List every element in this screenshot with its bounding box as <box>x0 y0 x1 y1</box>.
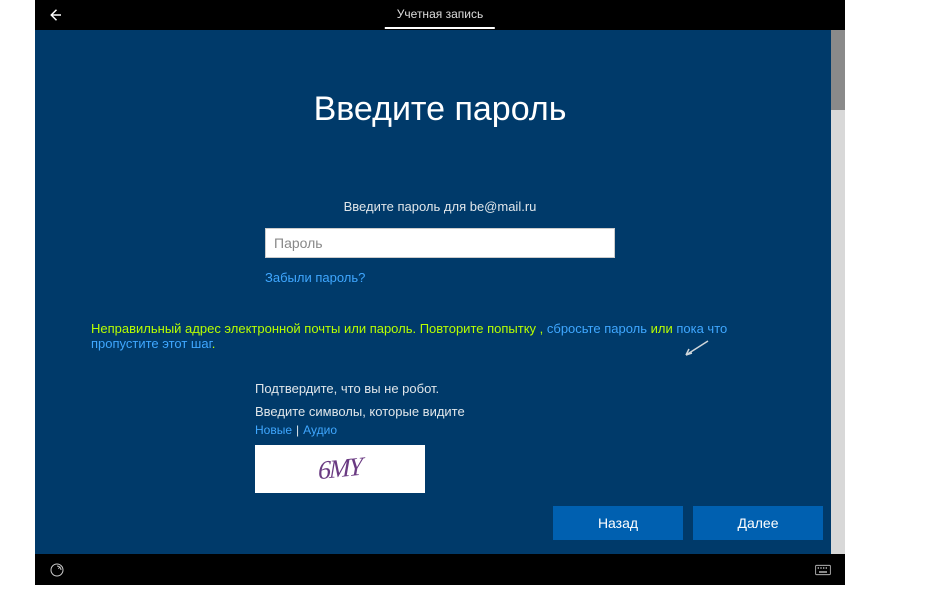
error-message: Неправильный адрес электронной почты или… <box>85 321 795 351</box>
prompt-prefix: Введите пароль для <box>344 199 470 214</box>
captcha-sep: | <box>296 423 299 437</box>
content-area: Введите пароль Введите пароль для be@mai… <box>35 30 845 554</box>
reset-password-link[interactable]: сбросьте пароль <box>547 321 647 336</box>
ease-of-access-icon <box>49 562 65 578</box>
annotation-arrow-icon <box>680 339 710 359</box>
back-button[interactable]: Назад <box>553 506 683 540</box>
ease-of-access-button[interactable] <box>45 558 69 582</box>
error-text: Неправильный адрес электронной почты или… <box>91 321 536 336</box>
back-arrow-button[interactable] <box>35 0 75 30</box>
content-inner: Введите пароль Введите пароль для be@mai… <box>35 30 845 554</box>
captcha-image: 6MY <box>255 445 425 493</box>
error-tail: . <box>212 336 216 351</box>
keyboard-button[interactable] <box>811 558 835 582</box>
oobe-window: Учетная запись Введите пароль Введите па… <box>35 0 845 585</box>
header-tab-account: Учетная запись <box>385 1 495 29</box>
error-sep2: или <box>647 321 676 336</box>
back-arrow-icon <box>46 6 64 24</box>
captcha-new-link[interactable]: Новые <box>255 423 292 437</box>
button-row: Назад Далее <box>553 506 823 540</box>
captcha-links: Новые | Аудио <box>255 423 795 437</box>
prompt-email: be@mail.ru <box>470 199 537 214</box>
captcha-line1: Подтвердите, что вы не робот. <box>255 381 795 396</box>
bottom-bar <box>35 554 845 585</box>
captcha-section: Подтвердите, что вы не робот. Введите си… <box>255 381 795 493</box>
titlebar: Учетная запись <box>35 0 845 30</box>
forgot-password-link[interactable]: Забыли пароль? <box>265 270 615 285</box>
captcha-text: 6MY <box>319 452 362 487</box>
page-title: Введите пароль <box>85 90 795 129</box>
next-button[interactable]: Далее <box>693 506 823 540</box>
password-prompt: Введите пароль для be@mail.ru <box>85 199 795 214</box>
captcha-audio-link[interactable]: Аудио <box>303 423 337 437</box>
password-input[interactable] <box>265 228 615 258</box>
captcha-line2: Введите символы, которые видите <box>255 404 795 419</box>
keyboard-icon <box>815 562 831 578</box>
error-sep1: , <box>536 321 547 336</box>
